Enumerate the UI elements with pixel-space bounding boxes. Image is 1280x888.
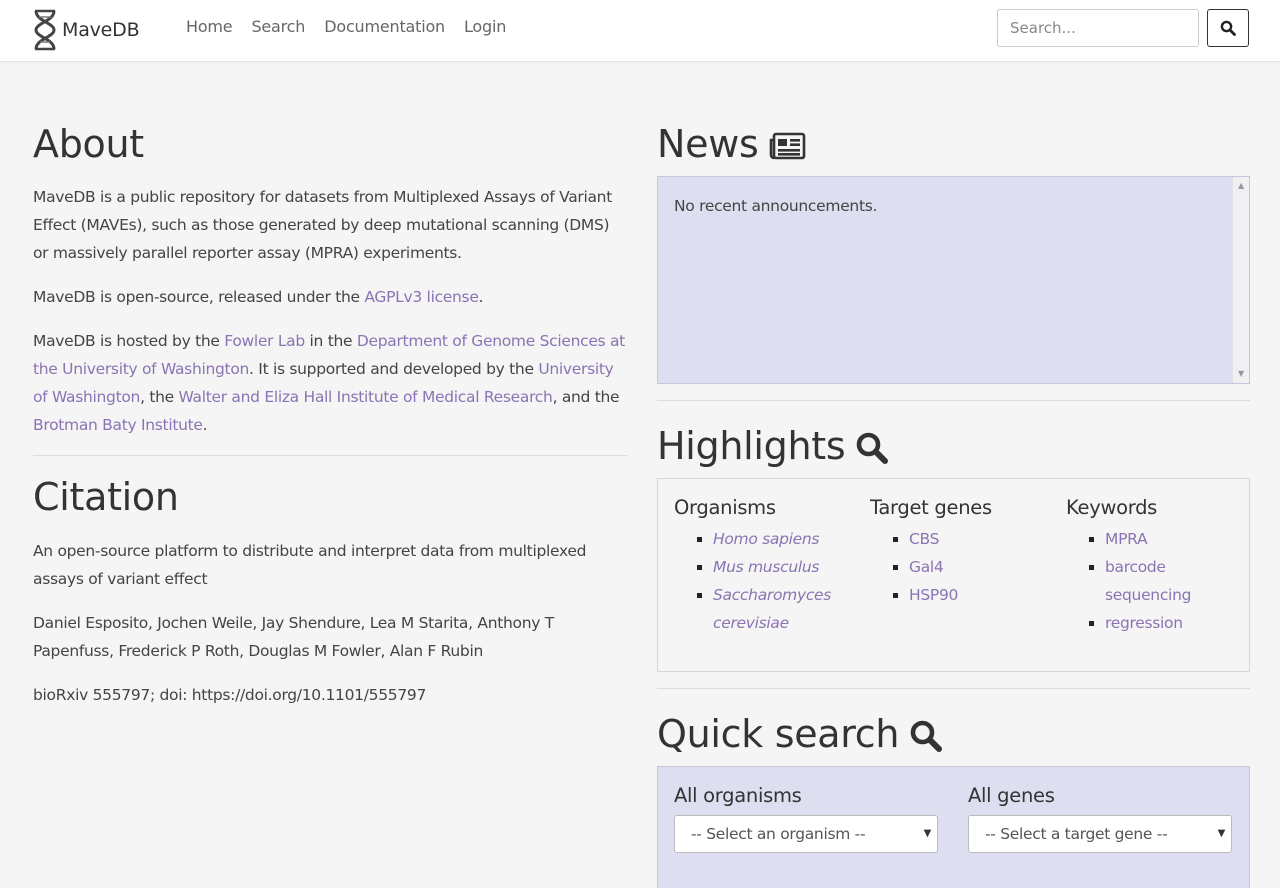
citation-authors: Daniel Esposito, Jochen Weile, Jay Shend… xyxy=(33,614,554,660)
organisms-list: Homo sapiens Mus musculus Saccharomyces … xyxy=(674,525,854,637)
list-item: CBS xyxy=(909,525,1050,553)
newspaper-icon xyxy=(770,132,806,160)
organism-select-value: -- Select an organism -- xyxy=(691,825,866,843)
genes-column: Target genes CBS Gal4 HSP90 xyxy=(870,495,1050,609)
brand-link[interactable]: MaveDB xyxy=(33,9,140,51)
license-period: . xyxy=(478,288,484,306)
organisms-column: Organisms Homo sapiens Mus musculus Sacc… xyxy=(674,495,854,637)
keywords-column: Keywords MPRA barcode sequencing regress… xyxy=(1066,495,1226,637)
genes-list: CBS Gal4 HSP90 xyxy=(870,525,1050,609)
quick-search-panel: All organisms -- Select an organism -- ▼… xyxy=(657,766,1250,888)
agpl-license-link[interactable]: AGPLv3 license xyxy=(364,288,479,306)
hosting-text-f: . xyxy=(202,416,208,434)
list-item: Homo sapiens xyxy=(713,525,854,553)
news-header: News xyxy=(657,120,1250,168)
gene-link[interactable]: CBS xyxy=(909,530,939,548)
hosting-text-e: , and the xyxy=(552,388,620,406)
list-item: MPRA xyxy=(1105,525,1226,553)
organism-filter-label: All organisms xyxy=(674,784,802,807)
search-input[interactable] xyxy=(997,9,1199,47)
nav-login[interactable]: Login xyxy=(464,17,506,37)
scroll-up-icon[interactable]: ▲ xyxy=(1238,182,1244,190)
about-license: MaveDB is open-source, released under th… xyxy=(33,283,627,311)
scroll-down-icon[interactable]: ▼ xyxy=(1238,370,1244,378)
gene-filter-label: All genes xyxy=(968,784,1055,807)
gene-link[interactable]: HSP90 xyxy=(909,586,958,604)
search-icon xyxy=(910,720,943,752)
gene-link[interactable]: Gal4 xyxy=(909,558,944,576)
brand-name: MaveDB xyxy=(62,19,140,41)
section-divider xyxy=(33,455,627,456)
organism-select[interactable]: -- Select an organism -- ▼ xyxy=(674,815,938,853)
nav-home[interactable]: Home xyxy=(186,17,233,37)
organism-link[interactable]: Mus musculus xyxy=(713,558,819,576)
organism-link[interactable]: Homo sapiens xyxy=(713,530,820,548)
list-item: HSP90 xyxy=(909,581,1050,609)
gene-filter: All genes -- Select a target gene -- ▼ xyxy=(968,783,1232,853)
keyword-link[interactable]: barcode sequencing xyxy=(1105,558,1191,604)
fowler-lab-link[interactable]: Fowler Lab xyxy=(224,332,305,350)
quick-search-heading: Quick search xyxy=(657,712,900,756)
gene-select[interactable]: -- Select a target gene -- ▼ xyxy=(968,815,1232,853)
dna-logo-icon xyxy=(34,9,56,51)
list-item: Saccharomyces cerevisiae xyxy=(713,581,854,637)
highlights-panel: Organisms Homo sapiens Mus musculus Sacc… xyxy=(657,478,1250,672)
nav-documentation[interactable]: Documentation xyxy=(324,17,445,37)
section-divider xyxy=(657,688,1250,689)
license-text: MaveDB is open-source, released under th… xyxy=(33,288,365,306)
left-column: About MaveDB is a public repository for … xyxy=(33,120,627,709)
quick-search-header: Quick search xyxy=(657,710,1250,758)
keywords-heading: Keywords xyxy=(1066,496,1158,519)
hosting-text-b: in the xyxy=(304,332,357,350)
navbar: MaveDB Home Search Documentation Login xyxy=(0,0,1280,62)
hosting-text-d: , the xyxy=(140,388,179,406)
list-item: barcode sequencing xyxy=(1105,553,1226,609)
genes-heading: Target genes xyxy=(870,496,992,519)
nav-links: Home Search Documentation Login xyxy=(186,17,525,37)
about-heading: About xyxy=(33,122,144,166)
keyword-link[interactable]: regression xyxy=(1105,614,1183,632)
news-panel[interactable]: No recent announcements. ▲ ▼ xyxy=(657,176,1250,384)
search-icon xyxy=(857,432,889,464)
news-message: No recent announcements. xyxy=(674,197,878,215)
search-icon xyxy=(1220,20,1236,36)
right-column: News No recent announcements. ▲ ▼ Highli… xyxy=(657,120,1250,888)
hosting-text-a: MaveDB is hosted by the xyxy=(33,332,225,350)
keyword-link[interactable]: MPRA xyxy=(1105,530,1148,548)
highlights-header: Highlights xyxy=(657,422,1250,470)
citation-reference: bioRxiv 555797; doi: https://doi.org/10.… xyxy=(33,686,427,704)
keywords-list: MPRA barcode sequencing regression xyxy=(1066,525,1226,637)
list-item: regression xyxy=(1105,609,1226,637)
list-item: Mus musculus xyxy=(713,553,854,581)
gene-select-value: -- Select a target gene -- xyxy=(985,825,1168,843)
news-heading: News xyxy=(657,122,759,166)
organisms-heading: Organisms xyxy=(674,496,776,519)
highlights-heading: Highlights xyxy=(657,424,846,468)
organism-filter: All organisms -- Select an organism -- ▼ xyxy=(674,783,938,853)
wehi-link[interactable]: Walter and Eliza Hall Institute of Medic… xyxy=(178,388,552,406)
search-button[interactable] xyxy=(1207,9,1249,47)
brotman-baty-link[interactable]: Brotman Baty Institute xyxy=(33,416,203,434)
caret-down-icon: ▼ xyxy=(1217,828,1226,839)
about-description: MaveDB is a public repository for datase… xyxy=(33,188,612,262)
news-scrollbar[interactable]: ▲ ▼ xyxy=(1232,177,1249,383)
citation-heading: Citation xyxy=(33,475,179,519)
section-divider xyxy=(657,400,1250,401)
citation-paper-title: An open-source platform to distribute an… xyxy=(33,542,587,588)
hosting-text-c: . It is supported and developed by the xyxy=(249,360,539,378)
nav-search[interactable]: Search xyxy=(251,17,305,37)
caret-down-icon: ▼ xyxy=(923,828,932,839)
about-hosting: MaveDB is hosted by the Fowler Lab in th… xyxy=(33,327,627,439)
list-item: Gal4 xyxy=(909,553,1050,581)
organism-link[interactable]: Saccharomyces cerevisiae xyxy=(713,586,831,632)
